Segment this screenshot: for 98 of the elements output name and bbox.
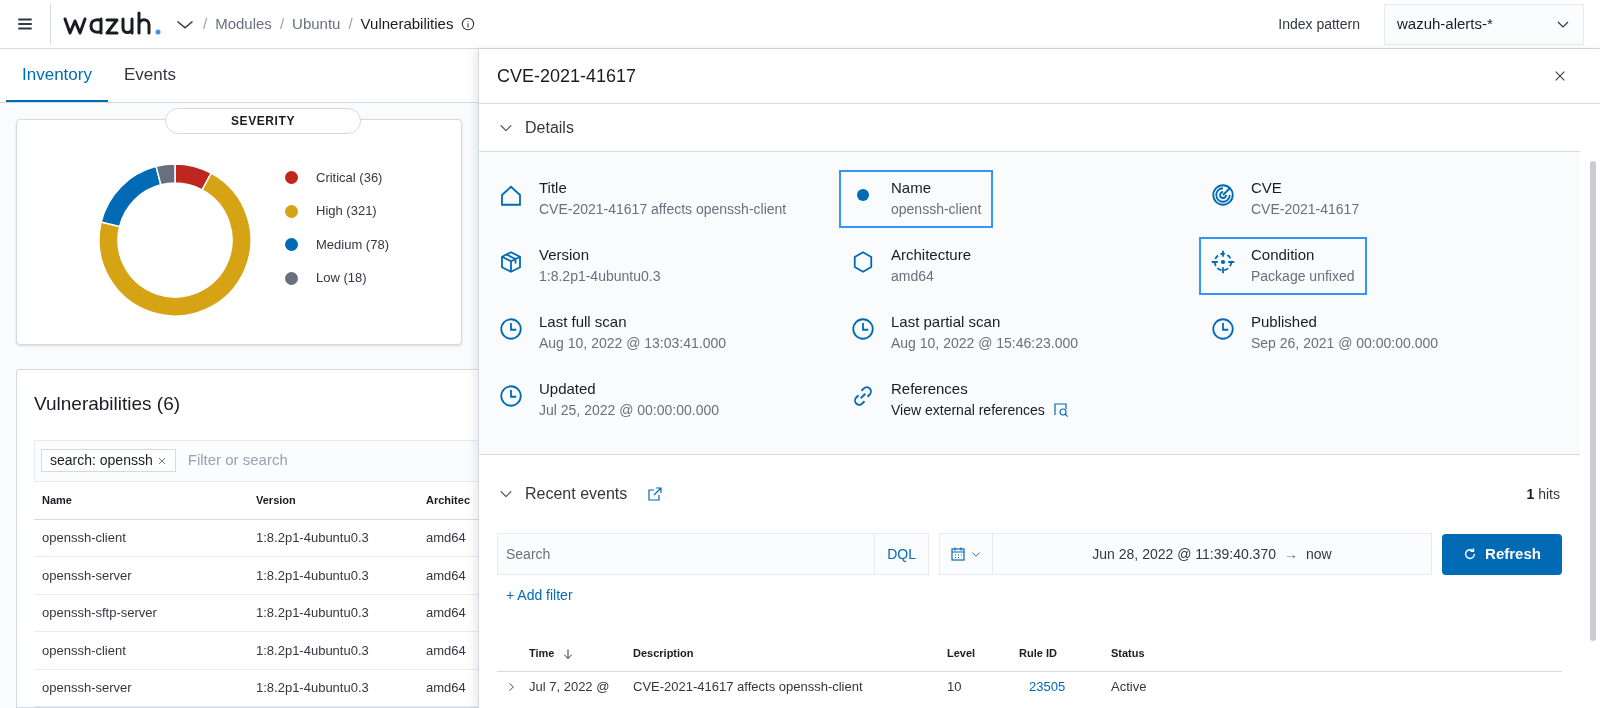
legend-label: Critical (36) (316, 168, 383, 187)
legend-label: Low (18) (316, 269, 367, 288)
field-value: Aug 10, 2022 @ 15:46:23.000 (891, 334, 1079, 353)
search-field[interactable]: Search DQL (497, 533, 929, 575)
column-header[interactable]: Description (633, 645, 947, 662)
clock-icon (499, 317, 523, 341)
table-cell-text: 10 (947, 678, 963, 697)
field-value: Sep 26, 2021 @ 00:00:00.000 (1251, 334, 1439, 353)
field-label: Title (539, 178, 568, 198)
field-label: Version (539, 245, 591, 265)
column-header[interactable]: Version (256, 491, 426, 509)
field-label: Name (891, 178, 932, 198)
field-value: Jul 25, 2022 @ 00:00:00.000 (539, 401, 720, 420)
field-value: CVE-2021-41617 (1251, 200, 1360, 219)
column-header[interactable]: Rule ID (1019, 645, 1111, 662)
tab[interactable]: Events (107, 49, 192, 103)
breadcrumb-separator: / (203, 13, 208, 34)
legend-label: Medium (78) (316, 235, 389, 254)
external-link[interactable]: View external references (891, 399, 1045, 421)
external-link-icon (647, 486, 664, 502)
table-cell-text: Jul 7, 2022 @ (529, 678, 611, 697)
breadcrumb-link[interactable]: Ubuntu (292, 12, 341, 36)
flyout-title: CVE-2021-41617 (497, 64, 638, 88)
clock-icon (1211, 317, 1235, 341)
refresh-icon (1463, 547, 1478, 561)
field-label: Last full scan (539, 312, 628, 332)
card-title: SEVERITY (165, 108, 361, 135)
field-value: Aug 10, 2022 @ 13:03:41.000 (539, 334, 727, 353)
hexagon-icon (851, 250, 875, 274)
table-cell-text: 1:8.2p1-4ubuntu0.3 (256, 604, 370, 622)
table-cell-text: amd64 (426, 679, 467, 697)
field-label: References (891, 379, 969, 399)
field-label: Index pattern (1278, 14, 1360, 34)
crosshair-icon (1211, 250, 1235, 274)
close-icon (156, 455, 167, 466)
column-header[interactable]: Level (947, 645, 1019, 662)
hits-count: 1 hits (1526, 484, 1560, 504)
table-cell-text: 1:8.2p1-4ubuntu0.3 (256, 529, 370, 547)
table-cell-text: Active (1111, 678, 1148, 697)
table-cell-text: 1:8.2p1-4ubuntu0.3 (256, 679, 370, 697)
add-filter-link[interactable]: + Add filter (506, 585, 573, 606)
filter-chip[interactable]: search: openssh (41, 449, 176, 472)
radar-icon (1211, 183, 1235, 207)
breadcrumb-link[interactable]: Modules (215, 12, 272, 36)
column-header[interactable]: Status (1111, 645, 1201, 662)
column-header[interactable]: Architec (426, 491, 478, 509)
table-cell-text: amd64 (426, 641, 467, 660)
breadcrumb-separator: / (279, 13, 285, 34)
breadcrumb-link[interactable]: Vulnerabilities (360, 12, 454, 36)
inspect-icon (1052, 402, 1069, 418)
table-cell-text: openssh-client (42, 529, 127, 547)
recent-events-toggle[interactable]: Recent events (499, 482, 628, 506)
rule-link[interactable]: 23505 (1019, 677, 1111, 697)
date-picker[interactable]: Jun 28, 2022 @ 11:39:40.370 → now (939, 533, 1432, 575)
sort-down-icon (562, 647, 575, 660)
filter-field[interactable]: search: openssh Filter or search (34, 439, 478, 482)
query-language-button[interactable]: DQL (874, 534, 928, 574)
field-label: Published (1251, 312, 1318, 332)
table-cell-text: amd64 (426, 604, 467, 622)
field-value: CVE-2021-41617 affects openssh-client (539, 200, 787, 219)
table-cell-text: openssh-server (42, 566, 133, 585)
link-icon (851, 384, 875, 408)
home-icon (499, 183, 523, 207)
clock-icon (851, 317, 875, 341)
package-icon (499, 250, 523, 274)
table-cell-text: CVE-2021-41617 affects openssh-client (633, 678, 864, 697)
tab[interactable]: Inventory (6, 49, 108, 103)
field-value: 1:8.2p1-4ubuntu0.3 (539, 267, 661, 286)
date-range-start[interactable]: Jun 28, 2022 @ 11:39:40.370 (1092, 543, 1276, 565)
card-title: Vulnerabilities (6) (34, 391, 182, 416)
table-cell-text: openssh-client (42, 641, 127, 660)
table-cell-text: openssh-sftp-server (42, 604, 158, 622)
table-cell-text: 1:8.2p1-4ubuntu0.3 (256, 566, 370, 585)
refresh-button[interactable]: Refresh (1442, 533, 1562, 575)
column-header[interactable]: Name (42, 491, 256, 509)
column-header[interactable]: Time (529, 645, 633, 662)
field-value: openssh-client (891, 200, 982, 219)
table-cell-text: amd64 (426, 529, 467, 547)
table-cell-text: 1:8.2p1-4ubuntu0.3 (256, 641, 370, 660)
field-label: Last partial scan (891, 312, 1002, 332)
field-label: Updated (539, 379, 597, 399)
arrow-text: → (1284, 544, 1298, 564)
table-cell-text: openssh-server (42, 679, 133, 697)
table-cell-text: amd64 (426, 566, 467, 585)
index-pattern-select[interactable]: wazuh-alerts-* (1384, 3, 1584, 45)
legend-label: High (321) (316, 202, 377, 221)
field-value: amd64 (891, 267, 935, 286)
scrollbar[interactable] (1590, 161, 1596, 641)
clock-icon (499, 384, 523, 408)
close-icon (1553, 69, 1567, 83)
breadcrumb-separator: / (348, 13, 353, 34)
field-label: CVE (1251, 178, 1283, 198)
date-range-end[interactable]: now (1306, 543, 1332, 565)
field-label: Architecture (891, 245, 972, 265)
info-icon (461, 17, 476, 31)
calendar-icon (950, 546, 966, 562)
field-value: Package unfixed (1251, 267, 1355, 286)
field-label: Condition (1251, 245, 1316, 265)
